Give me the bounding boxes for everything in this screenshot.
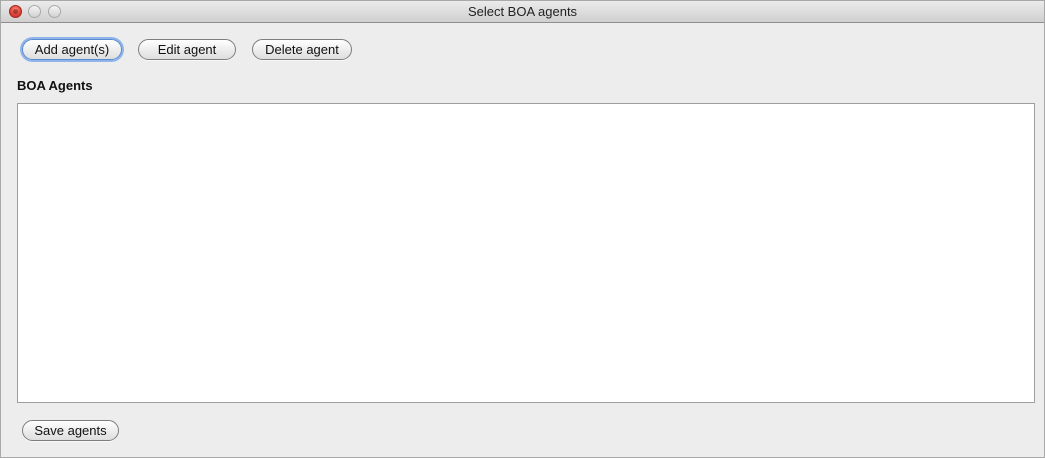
boa-agents-list[interactable]: [17, 103, 1035, 403]
select-boa-agents-window: Select BOA agents Add agent(s) Edit agen…: [0, 0, 1045, 458]
edit-agent-button[interactable]: Edit agent: [138, 39, 236, 60]
window-title: Select BOA agents: [467, 4, 578, 19]
add-agents-button[interactable]: Add agent(s): [22, 39, 122, 60]
title-bar[interactable]: Select BOA agents: [1, 1, 1044, 23]
save-agents-button[interactable]: Save agents: [22, 420, 119, 441]
boa-agents-label: BOA Agents: [17, 78, 93, 93]
delete-agent-button[interactable]: Delete agent: [252, 39, 352, 60]
